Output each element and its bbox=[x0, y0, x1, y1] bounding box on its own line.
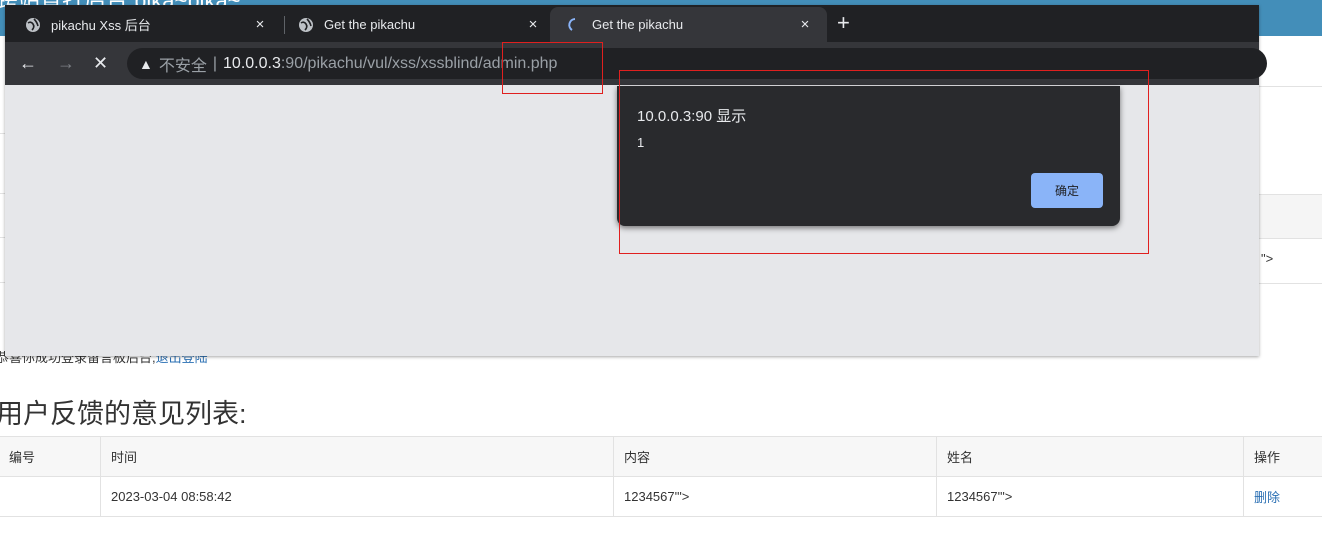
divider bbox=[1259, 194, 1322, 195]
forward-button[interactable]: → bbox=[57, 53, 75, 73]
table-row: 2023-03-04 08:58:42 1234567'"> 1234567'"… bbox=[0, 476, 1322, 517]
cell-name: 1234567'"> bbox=[936, 476, 1244, 517]
column-header-action: 操作 bbox=[1243, 436, 1322, 477]
tab-title: Get the pikachu bbox=[592, 17, 684, 32]
new-tab-button[interactable]: + bbox=[837, 12, 850, 34]
url-host: 10.0.0.3 bbox=[223, 54, 281, 72]
tab-title: Get the pikachu bbox=[324, 17, 416, 32]
delete-link[interactable]: 删除 bbox=[1254, 490, 1280, 505]
warning-triangle-icon[interactable]: ▲ bbox=[139, 56, 153, 72]
back-button[interactable]: ← bbox=[19, 53, 37, 73]
close-tab-icon[interactable]: × bbox=[250, 16, 270, 33]
insecure-label: 不安全 bbox=[158, 57, 207, 75]
tab-pikachu-xss-admin[interactable]: pikachu Xss 后台 × bbox=[5, 7, 282, 42]
address-separator: | bbox=[212, 54, 218, 72]
globe-icon bbox=[25, 17, 41, 33]
feedback-table: 编号 时间 内容 姓名 操作 2023-03-04 08:58:42 12345… bbox=[0, 436, 1322, 517]
divider bbox=[1259, 86, 1322, 87]
tab-strip: pikachu Xss 后台 × Get the pikachu × Get t… bbox=[5, 5, 1259, 42]
cell-content: 1234567'"> bbox=[613, 476, 937, 517]
tab-get-the-pikachu[interactable]: Get the pikachu × bbox=[278, 7, 555, 42]
column-header-id: 编号 bbox=[0, 436, 101, 477]
column-header-name: 姓名 bbox=[936, 436, 1244, 477]
stop-loading-button[interactable]: ✕ bbox=[93, 53, 108, 73]
tab-title: pikachu Xss 后台 bbox=[51, 18, 151, 33]
globe-icon bbox=[298, 17, 314, 33]
cell-time: 2023-03-04 08:58:42 bbox=[100, 476, 614, 517]
feedback-list-title: 用户反馈的意见列表: bbox=[0, 399, 247, 429]
column-header-time: 时间 bbox=[100, 436, 614, 477]
close-tab-icon[interactable]: × bbox=[523, 16, 543, 33]
table-header-fill bbox=[1259, 194, 1322, 238]
screenshot-stage: 跨站盲打后台 pika~pika~ "> 恭喜你成功登录留言板后台,退出登陆 用… bbox=[0, 0, 1322, 560]
tab-get-the-pikachu-active[interactable]: Get the pikachu × bbox=[550, 7, 827, 42]
divider bbox=[1259, 283, 1322, 284]
close-tab-icon[interactable]: × bbox=[795, 16, 815, 33]
cell-id bbox=[0, 476, 101, 517]
divider bbox=[1259, 238, 1322, 239]
table-header-row: 编号 时间 内容 姓名 操作 bbox=[0, 436, 1322, 477]
column-header-content: 内容 bbox=[613, 436, 937, 477]
cell-fragment: "> bbox=[1261, 251, 1274, 266]
annotation-box-dialog bbox=[619, 70, 1149, 254]
loading-spinner-icon bbox=[566, 17, 582, 33]
annotation-box-url bbox=[502, 42, 603, 94]
background-page-right-edge: "> bbox=[1259, 36, 1322, 356]
